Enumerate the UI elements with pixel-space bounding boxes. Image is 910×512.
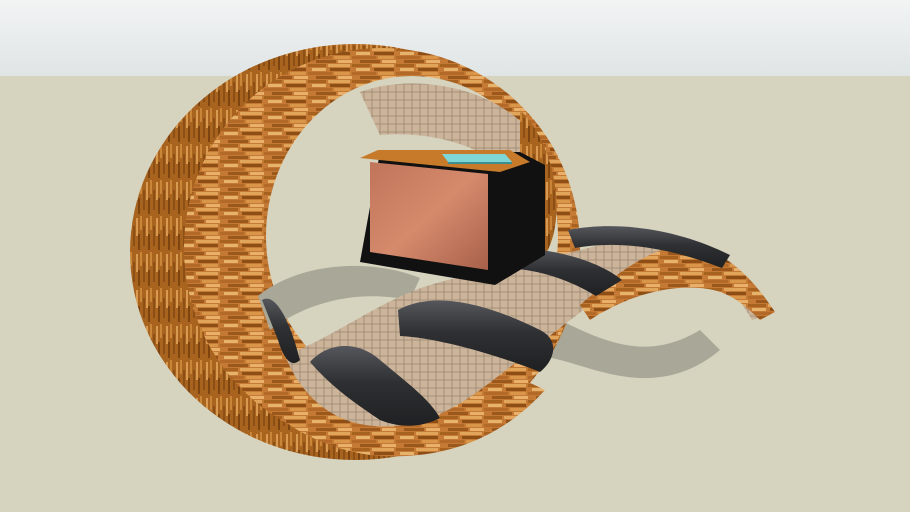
sketchup-scene (0, 0, 910, 512)
render-canvas (0, 0, 910, 512)
book (442, 154, 512, 162)
tv-screen (370, 162, 488, 270)
tv-unit (360, 150, 545, 285)
book-edge (448, 162, 512, 164)
